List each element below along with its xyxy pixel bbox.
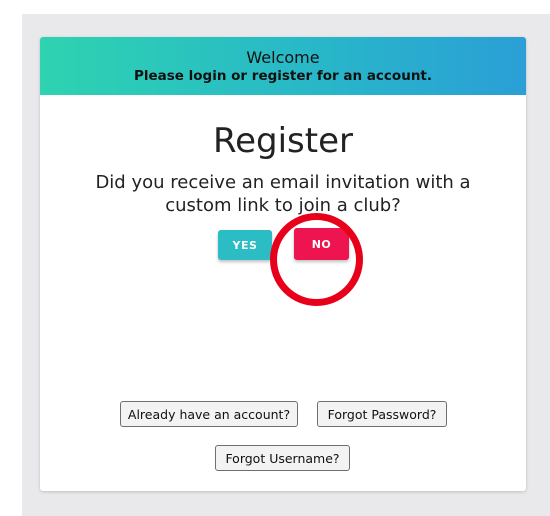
register-title: Register <box>213 121 353 161</box>
welcome-subtitle: Please login or register for an account. <box>133 68 433 84</box>
forgot-username-button[interactable]: Forgot Username? <box>215 445 350 471</box>
welcome-header: Welcome Please login or register for an … <box>40 37 526 95</box>
forgot-password-button[interactable]: Forgot Password? <box>317 401 447 427</box>
invitation-question: Did you receive an email invitation with… <box>95 172 471 216</box>
login-register-card: Welcome Please login or register for an … <box>40 37 526 491</box>
yes-button[interactable]: YES <box>218 230 272 260</box>
already-have-account-button[interactable]: Already have an account? <box>120 401 298 427</box>
highlight-circle-annotation <box>270 213 363 306</box>
welcome-title: Welcome <box>246 48 320 67</box>
